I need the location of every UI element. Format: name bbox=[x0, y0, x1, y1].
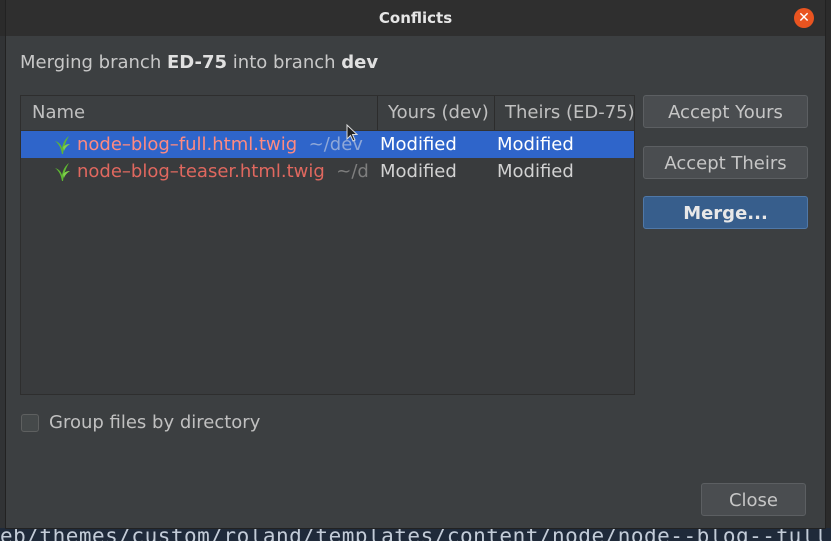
table-row[interactable]: node–blog–teaser.html.twig ~/d Modified … bbox=[21, 158, 634, 185]
file-cell: node–blog–full.html.twig ~/dev bbox=[77, 131, 376, 158]
merge-description: Merging branch ED-75 into branch dev bbox=[20, 52, 378, 73]
conflicts-table: Name Yours (dev) Theirs (ED-75) node–blo… bbox=[20, 95, 635, 395]
background-editor-line: eb/themes/custom/roland/templates/conten… bbox=[0, 528, 831, 541]
group-by-directory-label: Group files by directory bbox=[49, 412, 261, 433]
column-header-yours[interactable]: Yours (dev) bbox=[377, 96, 493, 130]
column-header-theirs[interactable]: Theirs (ED-75) bbox=[494, 96, 634, 130]
twig-file-icon bbox=[55, 136, 70, 154]
mouse-cursor-icon bbox=[346, 124, 359, 142]
accept-theirs-button[interactable]: Accept Theirs bbox=[643, 146, 808, 179]
accept-yours-button[interactable]: Accept Yours bbox=[643, 95, 808, 128]
table-header: Name Yours (dev) Theirs (ED-75) bbox=[21, 96, 634, 131]
subtitle-middle: into branch bbox=[227, 52, 342, 73]
column-header-name[interactable]: Name bbox=[32, 96, 372, 130]
screen: eb/themes/custom/roland/templates/conten… bbox=[0, 0, 831, 541]
file-path: ~/d bbox=[336, 161, 369, 182]
group-by-directory-checkbox[interactable] bbox=[21, 414, 39, 432]
twig-file-icon bbox=[55, 163, 70, 181]
theirs-status: Modified bbox=[497, 134, 574, 155]
file-cell: node–blog–teaser.html.twig ~/d bbox=[77, 158, 376, 185]
dialog-titlebar: Conflicts ✕ bbox=[6, 0, 825, 36]
file-name: node–blog–full.html.twig bbox=[77, 134, 298, 155]
yours-status: Modified bbox=[380, 161, 457, 182]
conflicts-dialog: Conflicts ✕ Merging branch ED-75 into br… bbox=[6, 0, 825, 528]
source-branch: ED-75 bbox=[166, 52, 228, 73]
yours-status: Modified bbox=[380, 134, 457, 155]
merge-button[interactable]: Merge... bbox=[643, 196, 808, 229]
subtitle-prefix: Merging branch bbox=[20, 52, 167, 73]
dialog-title: Conflicts bbox=[378, 9, 453, 27]
close-button[interactable]: Close bbox=[701, 483, 806, 516]
background-code-text: eb/themes/custom/roland/templates/conten… bbox=[0, 528, 831, 541]
theirs-status: Modified bbox=[497, 161, 574, 182]
table-row[interactable]: node–blog–full.html.twig ~/dev Modified … bbox=[21, 131, 634, 158]
file-name: node–blog–teaser.html.twig bbox=[77, 161, 325, 182]
close-icon[interactable]: ✕ bbox=[794, 8, 814, 28]
target-branch: dev bbox=[341, 52, 379, 73]
